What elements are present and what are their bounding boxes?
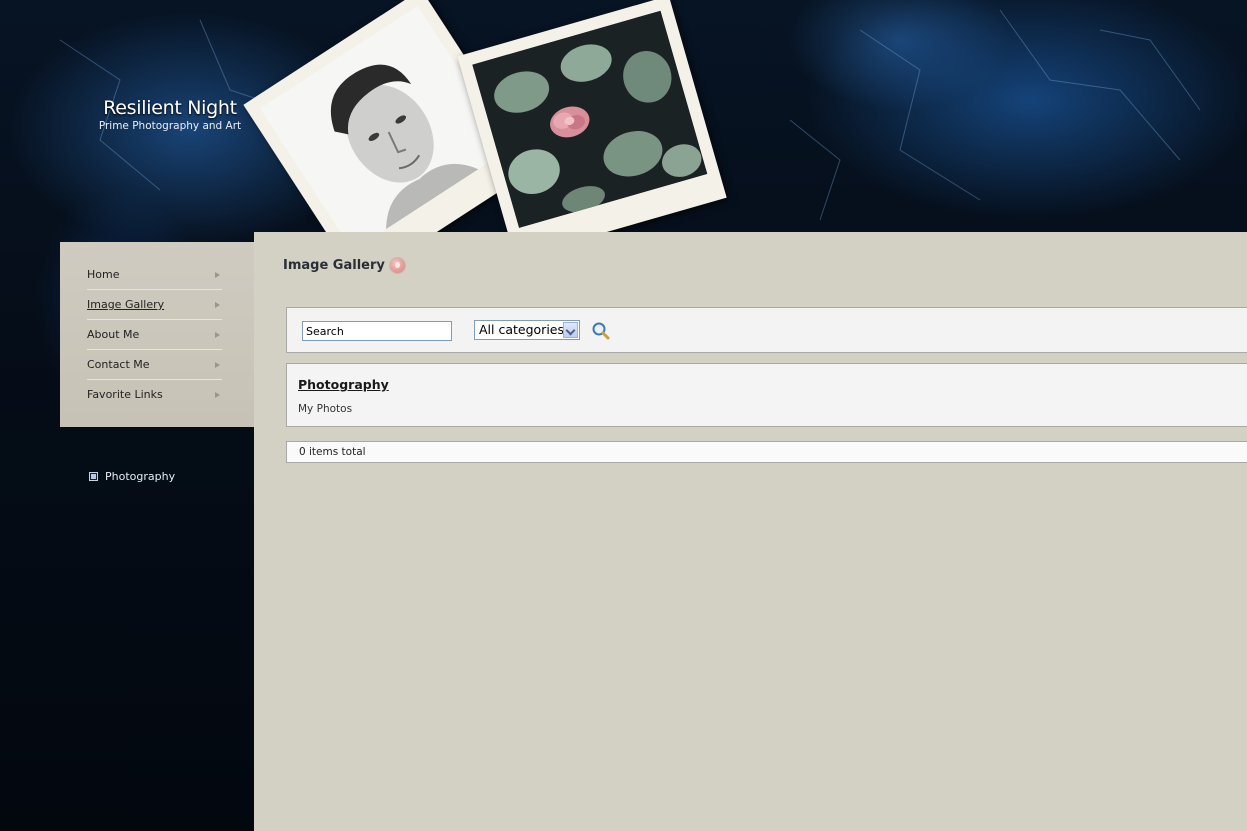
nav-label-image-gallery[interactable]: Image Gallery (87, 298, 164, 311)
search-input[interactable] (302, 321, 452, 341)
arrow-right-icon (215, 272, 220, 278)
magnifier-icon[interactable] (591, 321, 611, 341)
items-total-text: 0 items total (299, 446, 366, 458)
site-brand: Resilient Night Prime Photography and Ar… (90, 97, 250, 132)
arrow-right-icon (215, 302, 220, 308)
nav-label-about-me[interactable]: About Me (87, 328, 139, 341)
site-tagline: Prime Photography and Art (98, 120, 242, 132)
main-content: Image Gallery All categories Photography… (254, 232, 1247, 831)
arrow-right-icon (215, 392, 220, 398)
category-select-value: All categories (479, 322, 564, 337)
arrow-right-icon (215, 362, 220, 368)
category-select[interactable]: All categories (474, 320, 580, 340)
rss-icon[interactable] (389, 257, 406, 274)
nav-item-home[interactable]: Home (87, 260, 222, 290)
sidebar-nav-panel: Home Image Gallery About Me Contact Me F… (60, 242, 254, 427)
main-nav: Home Image Gallery About Me Contact Me F… (87, 260, 222, 410)
category-link-photography[interactable]: Photography (298, 377, 389, 392)
nav-item-contact-me[interactable]: Contact Me (87, 350, 222, 380)
gallery-category-card: Photography My Photos (286, 363, 1247, 427)
sidebar-category-photography[interactable]: Photography (89, 470, 175, 483)
nav-label-contact-me[interactable]: Contact Me (87, 358, 150, 371)
page-title: Image Gallery (283, 258, 385, 273)
nav-item-favorite-links[interactable]: Favorite Links (87, 380, 222, 410)
items-total-bar: 0 items total (286, 441, 1247, 463)
square-bullet-icon (89, 472, 98, 481)
nav-label-home[interactable]: Home (87, 268, 119, 281)
arrow-right-icon (215, 332, 220, 338)
page: Resilient Night Prime Photography and Ar… (0, 0, 1247, 831)
site-title: Resilient Night (103, 97, 237, 119)
nav-item-about-me[interactable]: About Me (87, 320, 222, 350)
gallery-search-bar: All categories (286, 307, 1247, 353)
sidebar-category-label[interactable]: Photography (105, 470, 175, 483)
nav-item-image-gallery[interactable]: Image Gallery (87, 290, 222, 320)
category-description: My Photos (298, 403, 353, 415)
nav-label-favorite-links[interactable]: Favorite Links (87, 388, 163, 401)
chevron-down-icon[interactable] (563, 322, 578, 338)
lily-photo (472, 10, 708, 229)
sidebar-category-list: Photography (89, 470, 175, 483)
